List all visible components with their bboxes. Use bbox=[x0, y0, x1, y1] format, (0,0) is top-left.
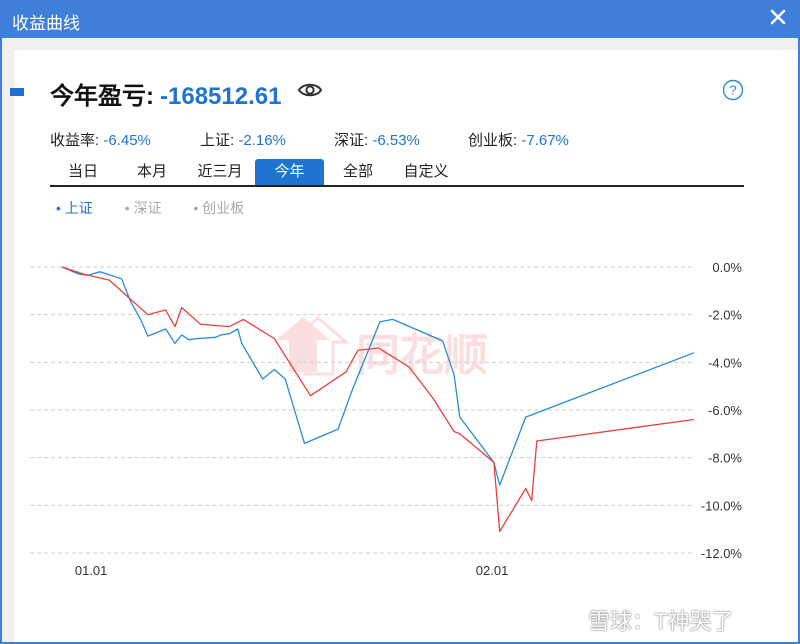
y-tick-label: -8.0% bbox=[708, 451, 742, 466]
y-tick-label: -10.0% bbox=[701, 498, 743, 513]
legend-item-shanghai[interactable]: • 上证 bbox=[56, 200, 107, 216]
chart-legend: • 上证 • 深证 • 创业板 bbox=[56, 198, 272, 218]
stat-shanghai: 上证: -2.16% bbox=[200, 129, 286, 150]
tab-three-months[interactable]: 近三月 bbox=[186, 159, 254, 185]
x-tick-label: 02.01 bbox=[476, 563, 509, 578]
y-tick-label: -6.0% bbox=[708, 403, 742, 418]
profit-value: -168512.61 bbox=[160, 83, 282, 110]
corner-watermark: 雪球：T神哭了 bbox=[588, 604, 733, 636]
return-chart: 同花顺 0.0% -2.0% -4.0% -6.0% -8.0% -10.0% -12.0%… bbox=[30, 260, 743, 578]
chart-series bbox=[61, 266, 695, 533]
tab-today[interactable]: 当日 bbox=[50, 159, 116, 185]
title-bar: 收益曲线 bbox=[0, 0, 800, 38]
window-title: 收益曲线 bbox=[12, 14, 80, 33]
close-icon[interactable] bbox=[766, 5, 790, 29]
stat-shenzhen-label: 深证: bbox=[334, 132, 369, 149]
series-line-portfolio bbox=[61, 266, 695, 533]
tab-custom[interactable]: 自定义 bbox=[392, 159, 460, 185]
y-tick-label: 0.0% bbox=[712, 260, 742, 275]
period-tabs: 当日 本月 近三月 今年 全部 自定义 bbox=[50, 159, 744, 187]
help-icon[interactable]: ? bbox=[722, 79, 744, 101]
watermark-center-text: 同花顺 bbox=[356, 330, 488, 381]
profit-headline: 今年盈亏: -168512.61 bbox=[50, 76, 281, 111]
stat-return-value: -6.45% bbox=[103, 132, 151, 149]
legend-label-shenzhen: 深证 bbox=[133, 200, 162, 216]
stat-chinext-label: 创业板: bbox=[468, 132, 518, 149]
tab-this-year[interactable]: 今年 bbox=[255, 159, 324, 185]
tab-all[interactable]: 全部 bbox=[324, 159, 392, 185]
y-axis-ticks: 0.0% -2.0% -4.0% -6.0% -8.0% -10.0% -12.0% bbox=[701, 260, 743, 561]
profit-label: 今年盈亏: bbox=[50, 83, 154, 110]
stat-shenzhen: 深证: -6.53% bbox=[334, 129, 420, 150]
stat-shanghai-label: 上证: bbox=[200, 132, 235, 149]
legend-label-shanghai: 上证 bbox=[64, 200, 93, 216]
chart-grid bbox=[30, 266, 694, 554]
stat-shanghai-value: -2.16% bbox=[238, 132, 286, 149]
dialog-window: 收益曲线 今年盈亏: -168512.61 ? 收益率: -6.45% 上证: -… bbox=[0, 0, 800, 644]
svg-text:?: ? bbox=[729, 83, 736, 98]
y-tick-label: -2.0% bbox=[708, 308, 742, 323]
stat-chinext: 创业板: -7.67% bbox=[468, 129, 569, 150]
eye-icon[interactable] bbox=[297, 80, 323, 100]
section-marker bbox=[10, 88, 24, 96]
y-tick-label: -12.0% bbox=[701, 546, 743, 561]
x-axis-ticks: 01.01 02.01 bbox=[75, 563, 508, 578]
legend-item-chinext[interactable]: • 创业板 bbox=[193, 200, 258, 216]
stat-return-label: 收益率: bbox=[50, 132, 100, 149]
x-tick-label: 01.01 bbox=[75, 563, 108, 578]
tab-month[interactable]: 本月 bbox=[118, 159, 186, 185]
legend-label-chinext: 创业板 bbox=[202, 200, 245, 216]
stat-shenzhen-value: -6.53% bbox=[372, 132, 420, 149]
legend-item-shenzhen[interactable]: • 深证 bbox=[125, 200, 176, 216]
stat-chinext-value: -7.67% bbox=[521, 132, 569, 149]
y-tick-label: -4.0% bbox=[708, 355, 742, 370]
stat-return: 收益率: -6.45% bbox=[50, 129, 151, 150]
watermark-corner-text: 雪球：T神哭了 bbox=[588, 609, 734, 634]
tonghuashun-logo: 同花顺 bbox=[276, 315, 488, 381]
